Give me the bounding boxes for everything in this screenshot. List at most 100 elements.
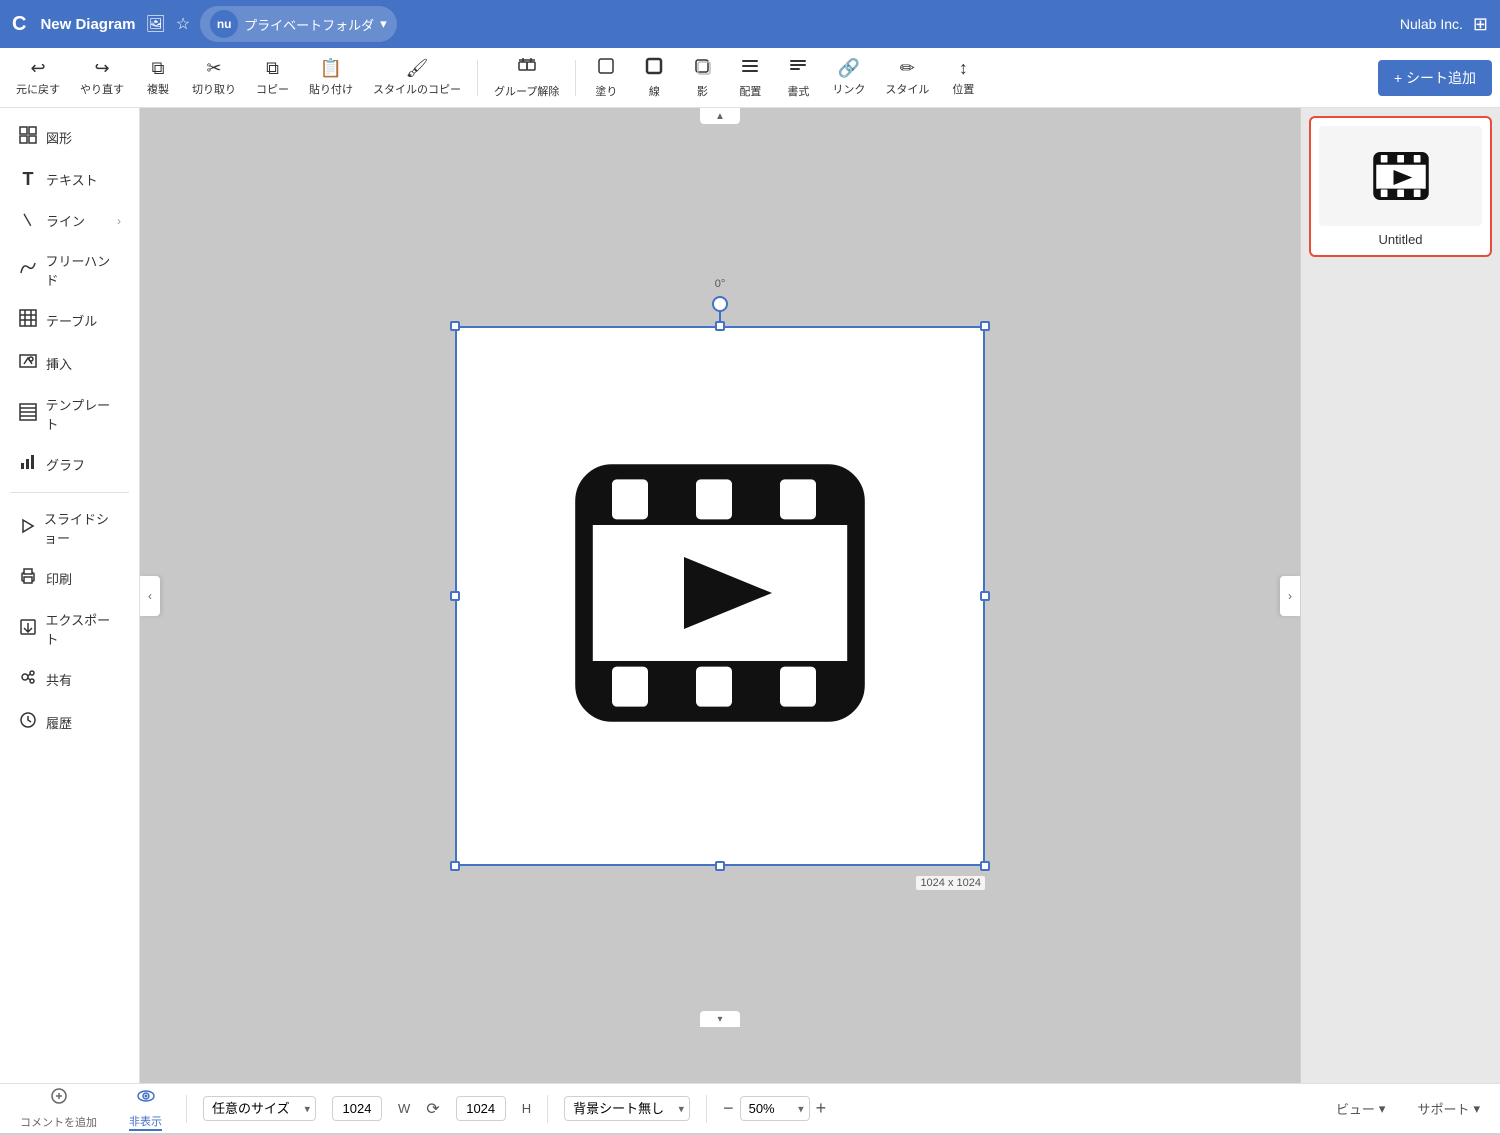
sidebar-item-history[interactable]: 履歴	[4, 702, 135, 743]
insert-label: 挿入	[46, 354, 72, 373]
style-copy-icon: 🖌	[406, 58, 429, 79]
ungroup-icon	[517, 56, 537, 81]
canvas-toggle-right[interactable]: ›	[1280, 576, 1300, 616]
shadow-button[interactable]: 影	[680, 52, 724, 103]
link-icon: 🔗	[838, 58, 860, 79]
sidebar-item-shapes[interactable]: 図形	[4, 117, 135, 158]
main-layout: 図形 T テキスト / ライン › フリーハンド	[0, 108, 1500, 1083]
sidebar-separator-1	[10, 492, 129, 493]
sidebar-item-insert[interactable]: 挿入	[4, 343, 135, 384]
ungroup-button[interactable]: グループ解除	[486, 52, 567, 103]
line-style-icon	[644, 56, 664, 81]
canvas-toggle-bottom[interactable]: ▾	[700, 1011, 740, 1027]
graph-label: グラフ	[46, 455, 85, 474]
style-button[interactable]: ✏ スタイル	[877, 54, 937, 101]
sidebar-item-line[interactable]: / ライン ›	[4, 201, 135, 240]
position-icon: ↕	[959, 58, 968, 79]
width-label: W	[398, 1101, 410, 1116]
size-select[interactable]: 任意のサイズ	[203, 1096, 316, 1121]
redo-label: やり直す	[80, 81, 124, 97]
template-icon	[18, 403, 37, 426]
sidebar-item-table[interactable]: テーブル	[4, 300, 135, 341]
sidebar-item-template[interactable]: テンプレート	[4, 386, 135, 442]
template-label: テンプレート	[45, 395, 121, 433]
sheet-name: Untitled	[1319, 232, 1482, 247]
style-icon: ✏	[900, 58, 915, 79]
fill-button[interactable]: 塗り	[584, 52, 628, 103]
text-style-icon	[788, 56, 808, 81]
zoom-select[interactable]: 50%	[740, 1096, 810, 1121]
undo-label: 元に戻す	[16, 81, 60, 97]
print-label: 印刷	[46, 569, 72, 588]
shadow-label: 影	[697, 83, 708, 99]
link-label: リンク	[832, 81, 865, 97]
zoom-out-button[interactable]: −	[723, 1098, 734, 1119]
sidebar-item-text[interactable]: T テキスト	[4, 160, 135, 199]
sidebar-item-graph[interactable]: グラフ	[4, 444, 135, 485]
hide-button[interactable]: 非表示	[121, 1082, 170, 1135]
support-label: サポート	[1417, 1099, 1469, 1118]
zoom-controls: − 50% +	[723, 1096, 826, 1121]
style-copy-label: スタイルのコピー	[373, 81, 461, 97]
add-sheet-button[interactable]: + シート追加	[1378, 60, 1492, 96]
sidebar-item-export[interactable]: エクスポート	[4, 601, 135, 657]
view-dropdown[interactable]: ビュー ▾	[1328, 1095, 1394, 1122]
hide-icon	[136, 1086, 156, 1111]
table-label: テーブル	[46, 311, 97, 330]
bottombar-sep-2	[547, 1095, 548, 1123]
undo-button[interactable]: ↩ 元に戻す	[8, 54, 68, 101]
rotate-line	[719, 304, 721, 324]
duplicate-label: 複製	[147, 81, 169, 97]
redo-button[interactable]: ↪ やり直す	[72, 54, 132, 101]
paste-button[interactable]: 📋 貼り付け	[301, 54, 361, 101]
toolbar-separator-2	[575, 60, 576, 96]
folder-selector[interactable]: nu プライベートフォルダ ▾	[200, 6, 397, 42]
swap-icon[interactable]: ⟳	[426, 1099, 439, 1119]
zoom-in-button[interactable]: +	[816, 1098, 827, 1119]
sidebar-item-freehand[interactable]: フリーハンド	[4, 242, 135, 298]
canvas-toggle-left[interactable]: ‹	[140, 576, 160, 616]
grid-menu-icon[interactable]: ⊞	[1473, 14, 1488, 35]
sidebar-item-share[interactable]: 共有	[4, 659, 135, 700]
slideshow-label: スライドショー	[44, 509, 121, 547]
height-label: H	[522, 1101, 531, 1116]
sidebar-item-slideshow[interactable]: スライドショー	[4, 500, 135, 556]
support-dropdown[interactable]: サポート ▾	[1409, 1095, 1488, 1122]
toolbar-separator-1	[477, 60, 478, 96]
toolbar: ↩ 元に戻す ↪ やり直す ⧉ 複製 ✂ 切り取り ⧉ コピー 📋 貼り付け 🖌…	[0, 48, 1500, 108]
company-name: Nulab Inc.	[1400, 16, 1463, 32]
freehand-icon	[18, 259, 37, 282]
favorite-icon[interactable]: ☆	[176, 14, 190, 34]
line-style-button[interactable]: 線	[632, 52, 676, 103]
ungroup-label: グループ解除	[494, 83, 559, 99]
height-input[interactable]	[456, 1096, 506, 1121]
style-copy-button[interactable]: 🖌 スタイルのコピー	[365, 54, 469, 101]
position-label: 位置	[952, 81, 974, 97]
canvas-area[interactable]: ▲ ‹ 0°	[140, 108, 1300, 1083]
rotate-handle[interactable]	[712, 296, 728, 312]
bg-select[interactable]: 背景シート無し	[564, 1096, 690, 1121]
sidebar-item-print[interactable]: 印刷	[4, 558, 135, 599]
width-input[interactable]	[332, 1096, 382, 1121]
bg-select-wrap: 背景シート無し	[564, 1096, 690, 1121]
arrange-button[interactable]: 配置	[728, 52, 772, 103]
bottombar: コメントを追加 非表示 任意のサイズ W ⟳ H 背景シート無し − 5	[0, 1083, 1500, 1133]
link-button[interactable]: 🔗 リンク	[824, 54, 873, 101]
diagram-title[interactable]: New Diagram	[40, 16, 135, 33]
canvas-toggle-top[interactable]: ▲	[700, 108, 740, 124]
duplicate-button[interactable]: ⧉ 複製	[136, 54, 180, 101]
cut-label: 切り取り	[192, 81, 236, 97]
position-button[interactable]: ↕ 位置	[941, 54, 985, 101]
hide-label: 非表示	[129, 1113, 162, 1131]
cut-button[interactable]: ✂ 切り取り	[184, 54, 244, 101]
table-icon	[18, 309, 38, 332]
slideshow-icon	[18, 517, 36, 540]
add-comment-button[interactable]: コメントを追加	[12, 1083, 105, 1134]
style-label: スタイル	[885, 81, 929, 97]
sheet-card[interactable]: Untitled	[1309, 116, 1492, 257]
dimension-label: 1024 x 1024	[916, 876, 985, 890]
text-style-button[interactable]: 書式	[776, 52, 820, 103]
app-logo: C	[12, 13, 26, 36]
paste-icon: 📋	[320, 58, 342, 79]
copy-button[interactable]: ⧉ コピー	[248, 54, 297, 101]
